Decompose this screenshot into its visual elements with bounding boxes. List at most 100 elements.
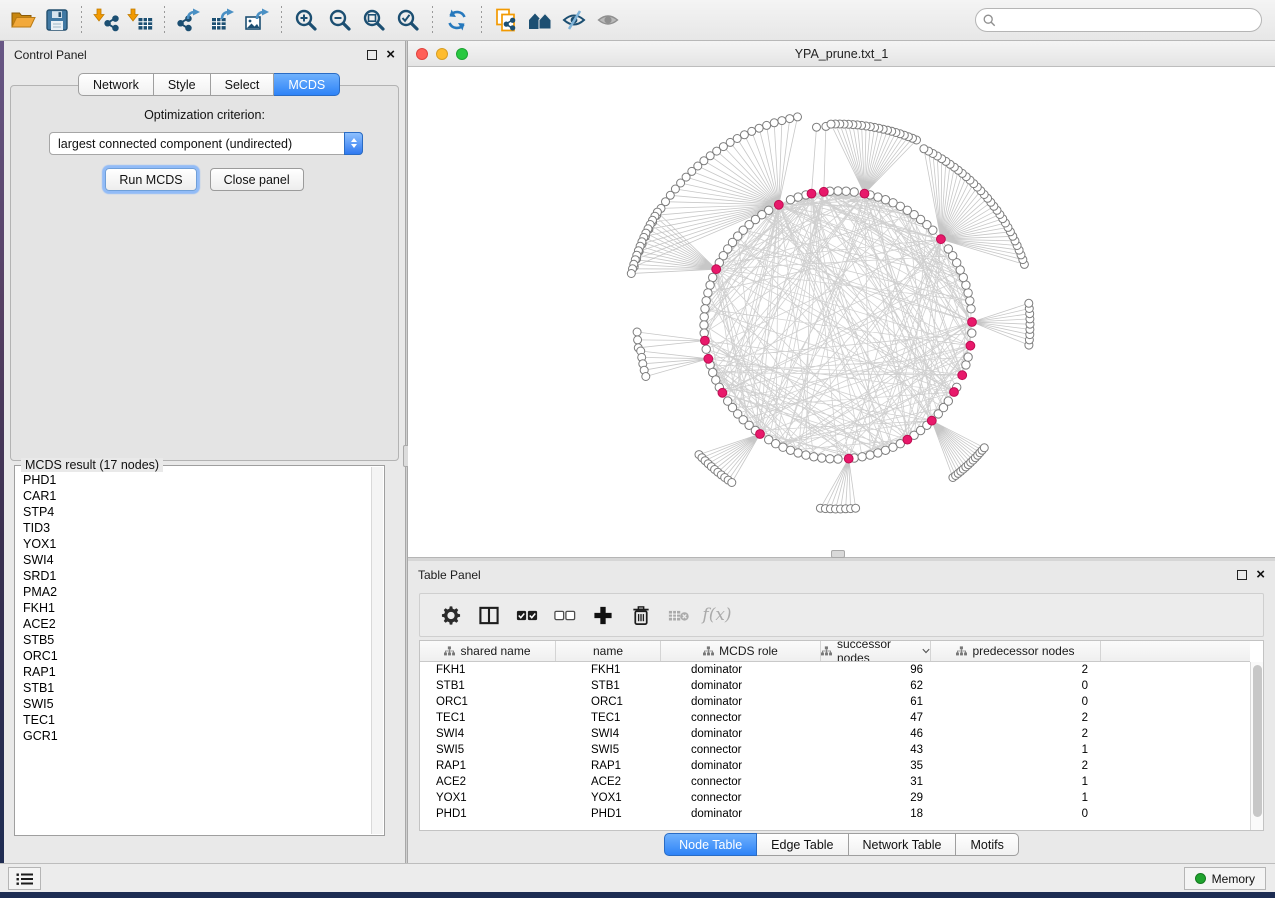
close-panel-icon[interactable]: × — [386, 50, 395, 60]
tab-select[interactable]: Select — [211, 73, 275, 96]
zoom-selected-icon[interactable] — [391, 5, 425, 35]
open-session-icon[interactable] — [6, 5, 40, 35]
new-network-from-selection-icon[interactable] — [489, 5, 523, 35]
tab-node-table[interactable]: Node Table — [664, 833, 757, 856]
network-node[interactable] — [980, 444, 988, 452]
network-node[interactable] — [810, 453, 818, 461]
float-panel-icon[interactable] — [367, 50, 377, 60]
mcds-result-item[interactable]: STB1 — [23, 680, 371, 696]
network-node[interactable] — [633, 328, 641, 336]
network-node[interactable] — [967, 305, 975, 313]
mcds-result-item[interactable]: STB5 — [23, 632, 371, 648]
network-node[interactable] — [964, 353, 972, 361]
network-node[interactable] — [802, 451, 810, 459]
network-node[interactable] — [627, 270, 635, 278]
table-row[interactable]: PHD1PHD1dominator180 — [420, 806, 1250, 822]
network-node[interactable] — [834, 187, 842, 195]
network-node[interactable] — [964, 289, 972, 297]
tab-network-table[interactable]: Network Table — [849, 833, 957, 856]
network-node[interactable] — [634, 336, 642, 344]
network-node[interactable] — [794, 449, 802, 457]
apply-layout-icon[interactable] — [440, 5, 474, 35]
network-node[interactable] — [748, 127, 756, 135]
select-all-columns-icon[interactable] — [508, 598, 546, 632]
mcds-result-item[interactable]: ORC1 — [23, 648, 371, 664]
show-column-panel-icon[interactable] — [470, 598, 508, 632]
mcds-network-node[interactable] — [774, 200, 783, 209]
network-node[interactable] — [763, 121, 771, 129]
mcds-result-item[interactable]: RAP1 — [23, 664, 371, 680]
memory-button[interactable]: Memory — [1184, 867, 1266, 890]
table-row[interactable]: SWI5SWI5connector431 — [420, 742, 1250, 758]
node-table-scrollbar[interactable] — [1250, 662, 1263, 830]
table-row[interactable]: STB1STB1dominator620 — [420, 678, 1250, 694]
run-mcds-button[interactable]: Run MCDS — [105, 168, 196, 191]
network-node[interactable] — [728, 479, 736, 487]
first-neighbors-icon[interactable] — [523, 5, 557, 35]
tab-mcds[interactable]: MCDS — [274, 73, 340, 96]
zoom-out-icon[interactable] — [323, 5, 357, 35]
mcds-network-node[interactable] — [701, 336, 710, 345]
tab-motifs[interactable]: Motifs — [956, 833, 1018, 856]
mcds-network-node[interactable] — [937, 235, 946, 244]
create-column-icon[interactable] — [584, 598, 622, 632]
network-node[interactable] — [944, 397, 952, 405]
network-node[interactable] — [966, 297, 974, 305]
mcds-result-item[interactable]: CAR1 — [23, 488, 371, 504]
show-all-icon[interactable] — [591, 5, 625, 35]
mcds-result-item[interactable]: SRD1 — [23, 568, 371, 584]
mcds-result-item[interactable]: SWI4 — [23, 552, 371, 568]
network-node[interactable] — [813, 123, 821, 131]
network-node[interactable] — [842, 187, 850, 195]
mcds-network-node[interactable] — [903, 435, 912, 444]
network-node[interactable] — [858, 453, 866, 461]
network-node[interactable] — [704, 289, 712, 297]
mcds-result-item[interactable]: PMA2 — [23, 584, 371, 600]
table-row[interactable]: ORC1ORC1dominator610 — [420, 694, 1250, 710]
mcds-network-node[interactable] — [704, 354, 713, 363]
float-panel-icon[interactable] — [1237, 570, 1247, 580]
network-node[interactable] — [962, 361, 970, 369]
zoom-fit-icon[interactable] — [357, 5, 391, 35]
network-node[interactable] — [827, 120, 835, 128]
network-node[interactable] — [706, 281, 714, 289]
tab-style[interactable]: Style — [154, 73, 211, 96]
splitter-grip-icon[interactable] — [831, 550, 845, 558]
network-node[interactable] — [786, 196, 794, 204]
network-node[interactable] — [818, 454, 826, 462]
mcds-network-node[interactable] — [966, 341, 975, 350]
mcds-network-node[interactable] — [756, 430, 765, 439]
network-canvas[interactable] — [408, 67, 1275, 557]
network-node[interactable] — [874, 193, 882, 201]
network-node[interactable] — [826, 455, 834, 463]
mcds-result-item[interactable]: TEC1 — [23, 712, 371, 728]
zoom-in-icon[interactable] — [289, 5, 323, 35]
export-table-icon[interactable] — [206, 5, 240, 35]
hide-selected-icon[interactable] — [557, 5, 591, 35]
mcds-result-item[interactable]: SWI5 — [23, 696, 371, 712]
task-history-button[interactable] — [8, 867, 41, 890]
mcds-network-node[interactable] — [950, 388, 959, 397]
network-node[interactable] — [1025, 299, 1033, 307]
mcds-result-item[interactable]: GCR1 — [23, 728, 371, 744]
column-header-MCDS-role[interactable]: MCDS role — [661, 641, 821, 661]
column-header-predecessor-nodes[interactable]: predecessor nodes — [931, 641, 1101, 661]
network-node[interactable] — [700, 313, 708, 321]
mcds-network-node[interactable] — [927, 416, 936, 425]
network-node[interactable] — [700, 321, 708, 329]
mcds-network-node[interactable] — [844, 454, 853, 463]
mcds-network-node[interactable] — [958, 371, 967, 380]
table-row[interactable]: TEC1TEC1connector472 — [420, 710, 1250, 726]
table-row[interactable]: YOX1YOX1connector291 — [420, 790, 1250, 806]
network-node[interactable] — [850, 188, 858, 196]
deselect-all-columns-icon[interactable] — [546, 598, 584, 632]
import-table-icon[interactable] — [123, 5, 157, 35]
network-node[interactable] — [920, 145, 928, 153]
search-input[interactable] — [996, 11, 1261, 29]
search-box[interactable] — [975, 8, 1262, 32]
table-row[interactable]: FKH1FKH1dominator962 — [420, 662, 1250, 678]
mcds-network-node[interactable] — [819, 187, 828, 196]
mcds-network-node[interactable] — [968, 318, 977, 327]
column-header-shared-name[interactable]: shared name — [420, 641, 556, 661]
network-node[interactable] — [642, 373, 650, 381]
